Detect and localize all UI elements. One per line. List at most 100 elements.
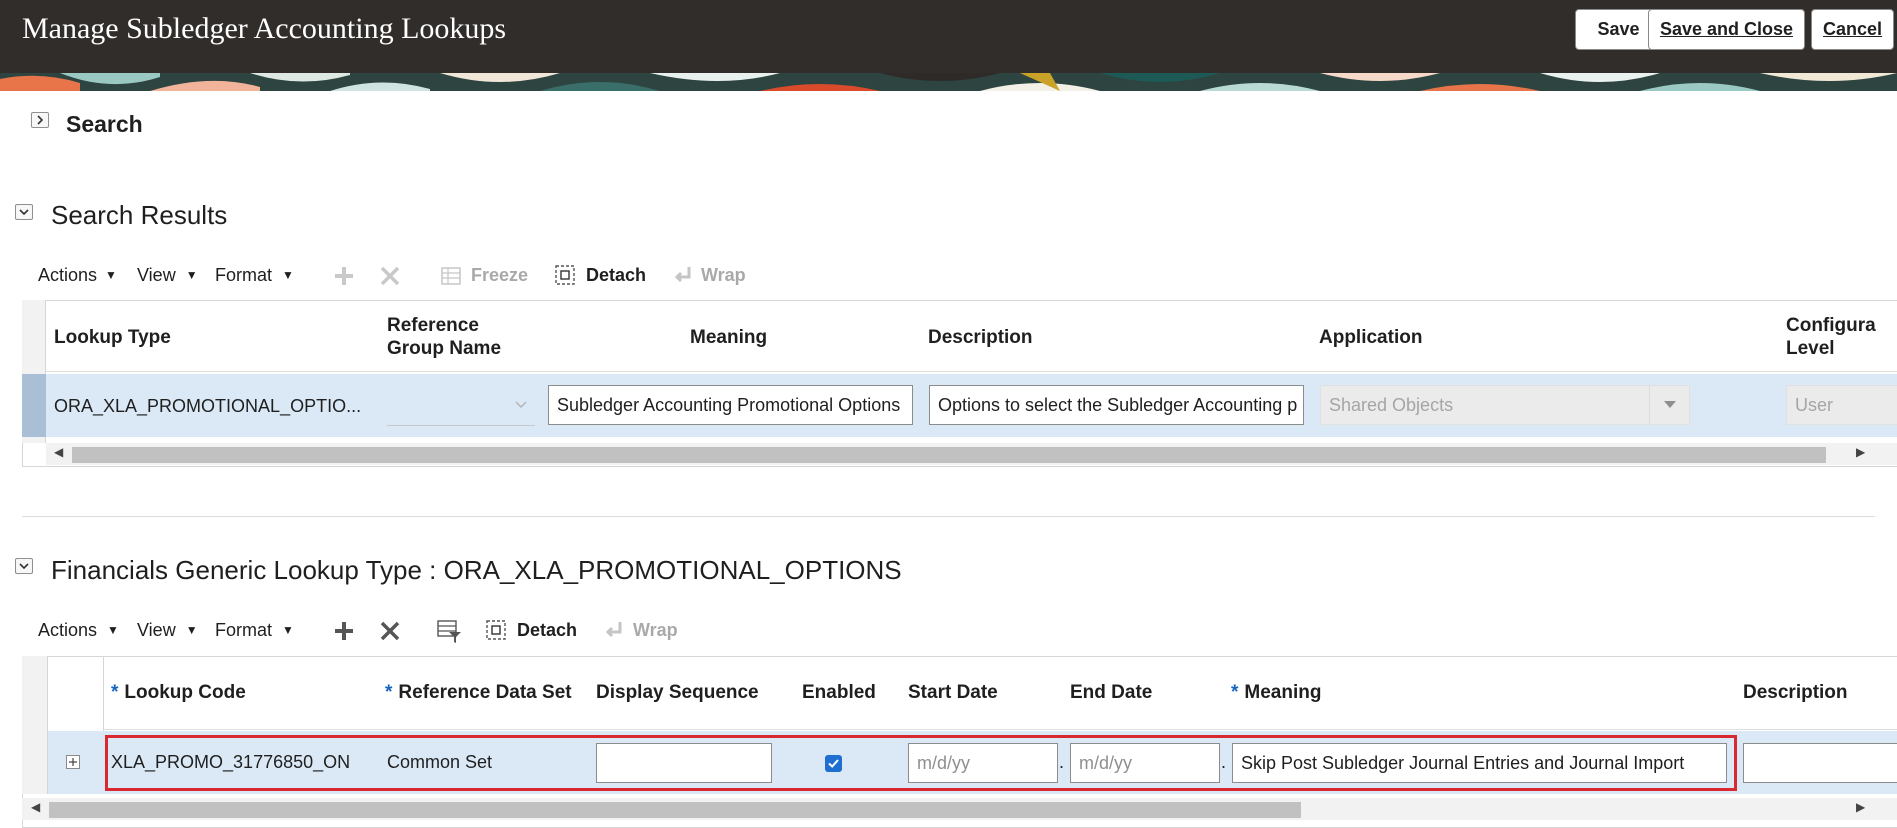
page-header: Manage Subledger Accounting Lookups Save… (0, 0, 1897, 73)
col-header-meaning-label: Meaning (1244, 682, 1322, 703)
scrollbar-thumb[interactable] (72, 447, 1826, 463)
actions-menu[interactable]: Actions ▼ (38, 616, 119, 644)
wrap-icon[interactable] (672, 264, 694, 286)
detach-label[interactable]: Detach (586, 265, 646, 286)
detail-collapse-toggle[interactable] (15, 558, 33, 574)
detail-section-title: Financials Generic Lookup Type : ORA_XLA… (51, 555, 902, 585)
freeze-icon[interactable] (439, 264, 463, 288)
header-divider (46, 371, 1897, 372)
col-header-end-date[interactable]: End Date (1070, 681, 1152, 704)
col-header-lookup-code[interactable]: * Lookup Code (111, 681, 246, 704)
actions-menu-label: Actions (38, 264, 98, 285)
scrollbar-thumb[interactable] (49, 802, 1301, 818)
view-menu[interactable]: View ▼ (137, 261, 198, 289)
col-header-application[interactable]: Application (1319, 326, 1422, 349)
delete-row-icon[interactable] (378, 619, 402, 643)
freeze-label[interactable]: Freeze (471, 265, 528, 286)
chevron-down-icon (19, 209, 29, 216)
actions-menu[interactable]: Actions ▼ (38, 265, 117, 286)
detach-icon[interactable] (484, 618, 508, 642)
results-toolbar: Actions ▼ (38, 261, 117, 289)
wrap-label[interactable]: Wrap (633, 620, 678, 641)
col-header-reference-group-line2[interactable]: Group Name (387, 337, 501, 360)
col-header-lookup-type[interactable]: Lookup Type (54, 326, 171, 349)
display-sequence-input[interactable] (596, 743, 772, 783)
meaning-input[interactable]: Subledger Accounting Promotional Options (548, 385, 913, 425)
wrap-icon[interactable] (603, 619, 625, 641)
banner-pattern-graphic (0, 73, 1897, 91)
chevron-right-icon (37, 115, 44, 125)
description-input[interactable]: Options to select the Subledger Accounti… (929, 385, 1304, 425)
format-menu[interactable]: Format ▼ (215, 261, 294, 289)
detach-icon[interactable] (553, 263, 577, 287)
start-date-input[interactable]: m/d/yy (908, 743, 1058, 783)
lookup-codes-horizontal-scrollbar[interactable]: ◀ ▶ (22, 798, 1897, 820)
chevron-down-icon (515, 401, 527, 409)
description-input[interactable] (1743, 743, 1897, 783)
cancel-button[interactable]: Cancel (1811, 9, 1894, 50)
scroll-left-icon[interactable]: ◀ (31, 800, 40, 814)
search-results-collapse-toggle[interactable] (15, 204, 33, 220)
col-header-reference-group-line1[interactable]: Reference (387, 314, 479, 337)
caret-down-icon: ▼ (282, 623, 294, 637)
col-header-meaning[interactable]: * Meaning (1231, 681, 1321, 704)
reference-data-set-cell[interactable]: Common Set (387, 752, 577, 773)
row-selector[interactable] (22, 374, 46, 437)
delete-row-icon[interactable] (378, 264, 402, 288)
lookup-type-cell[interactable]: ORA_XLA_PROMOTIONAL_OPTIO... (54, 396, 372, 417)
format-menu-label: Format (215, 264, 273, 285)
actions-menu-label: Actions (38, 619, 98, 640)
wrap-label[interactable]: Wrap (701, 265, 746, 286)
caret-down-icon: ▼ (107, 623, 119, 637)
col-header-config-level-line1[interactable]: Configura (1786, 314, 1876, 337)
required-marker: * (111, 682, 119, 703)
required-marker: * (1231, 682, 1239, 703)
query-by-example-icon[interactable] (436, 618, 462, 644)
config-level-field[interactable]: User (1786, 385, 1897, 425)
col-header-lookup-code-label: Lookup Code (124, 682, 246, 703)
dropdown-arrow-icon[interactable] (1649, 386, 1689, 424)
page-title: Manage Subledger Accounting Lookups (22, 12, 507, 45)
format-menu[interactable]: Format ▼ (215, 616, 294, 644)
scroll-right-icon[interactable]: ▶ (1856, 800, 1865, 814)
view-menu-label: View (137, 264, 176, 285)
add-row-icon[interactable] (332, 264, 356, 288)
results-horizontal-scrollbar[interactable]: ◀ ▶ (46, 443, 1897, 465)
view-menu[interactable]: View ▼ (137, 616, 198, 644)
search-expand-toggle[interactable] (31, 112, 49, 128)
section-divider (22, 516, 1875, 517)
application-value: Shared Objects (1329, 394, 1454, 415)
col-header-start-date[interactable]: Start Date (908, 681, 998, 704)
application-select[interactable]: Shared Objects (1320, 385, 1690, 425)
meaning-input[interactable]: Skip Post Subledger Journal Entries and … (1232, 743, 1727, 783)
caret-down-icon: ▼ (185, 623, 198, 637)
col-header-description[interactable]: Description (1743, 681, 1848, 704)
detach-label[interactable]: Detach (517, 620, 577, 641)
enabled-checkbox[interactable] (825, 755, 842, 772)
scroll-right-icon[interactable]: ▶ (1856, 445, 1865, 459)
col-header-description[interactable]: Description (928, 326, 1033, 349)
search-section-title[interactable]: Search (66, 111, 143, 138)
col-header-reference-data-set[interactable]: * Reference Data Set (385, 681, 572, 704)
end-date-separator: . (1221, 752, 1227, 772)
caret-down-icon: ▼ (282, 268, 294, 282)
lookup-code-cell[interactable]: XLA_PROMO_31776850_ON (111, 752, 361, 773)
decorative-banner (0, 73, 1897, 91)
view-menu-label: View (137, 619, 176, 640)
expand-plus-icon[interactable] (66, 755, 80, 769)
add-row-icon[interactable] (332, 619, 356, 643)
col-header-reference-data-set-label: Reference Data Set (398, 682, 572, 703)
caret-down-icon: ▼ (185, 268, 198, 282)
caret-down-icon: ▼ (105, 268, 117, 282)
scroll-left-icon[interactable]: ◀ (54, 445, 63, 459)
col-header-display-sequence[interactable]: Display Sequence (596, 681, 759, 704)
save-and-close-button[interactable]: Save and Close (1648, 9, 1805, 50)
required-marker: * (385, 682, 393, 703)
col-header-enabled[interactable]: Enabled (802, 681, 876, 704)
end-date-input[interactable]: m/d/yy (1070, 743, 1220, 783)
header-divider (104, 729, 1897, 730)
col-header-config-level-line2[interactable]: Level (1786, 337, 1835, 360)
format-menu-label: Format (215, 619, 273, 640)
reference-group-select[interactable] (387, 386, 535, 426)
col-header-meaning[interactable]: Meaning (690, 326, 767, 349)
